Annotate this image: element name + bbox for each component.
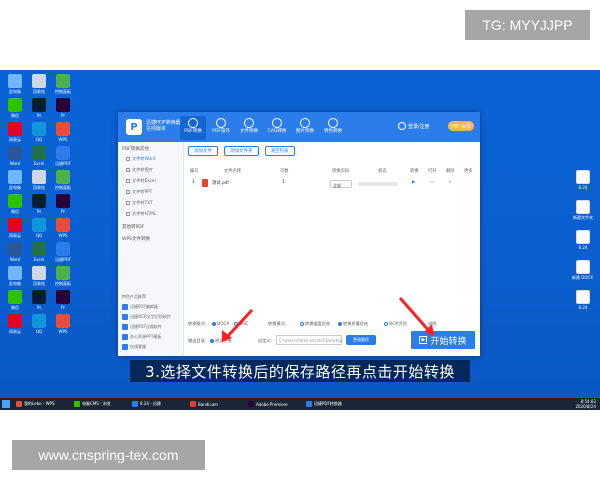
bottom-watermark: www.cnspring-tex.com [12, 440, 205, 470]
top-watermark: TG: MYYJJPP [465, 10, 590, 40]
app-icon [132, 401, 138, 407]
app-icon [190, 401, 196, 407]
video-subtitle: 3.选择文件转换后的保存路径再点击开始转换 [130, 360, 470, 382]
desktop: 此电脑 回收站 控制面板 微信 Ps Pr 网易云 QQ WPS Word Excel 迅捷PDF 此电… [0, 70, 600, 410]
app-icon [248, 401, 254, 407]
taskbar-item[interactable]: 电脑CMS - 浏览 [74, 399, 111, 409]
annotation-arrows [222, 297, 434, 342]
app-icon [306, 401, 312, 407]
taskbar-item[interactable]: Adobe Premiere [248, 399, 288, 409]
taskbar-item-label: Bandicam [198, 401, 218, 407]
taskbar-item[interactable]: 我的Lebo - WPS [16, 399, 55, 409]
taskbar-item-label: 电脑CMS - 浏览 [82, 401, 111, 406]
taskbar-item-label: Adobe Premiere [256, 401, 288, 407]
taskbar: 我的Lebo - WPS 电脑CMS - 浏览 8.24 - 迅捷 Bandicam A… [0, 398, 600, 410]
taskbar-item[interactable]: 迅捷PDF转换器 [306, 399, 342, 409]
system-clock[interactable]: 8:54:02 2020/8/24 [560, 399, 596, 409]
red-arrow-right [398, 297, 434, 336]
taskbar-item-label: 迅捷PDF转换器 [314, 401, 342, 406]
app-icon [74, 401, 80, 407]
screenshot-frame: TG: MYYJJPP 此电脑 回收站 控制面板 微信 Ps Pr 网易云 QQ WPS Word… [0, 0, 600, 480]
taskbar-item-label: 我的Lebo - WPS [24, 401, 55, 406]
app-icon [16, 401, 22, 407]
red-arrow-left [222, 308, 254, 342]
taskbar-item[interactable]: 8.24 - 迅捷 [132, 399, 161, 409]
taskbar-item-label: 8.24 - 迅捷 [140, 401, 161, 406]
taskbar-item[interactable]: Bandicam [190, 399, 218, 409]
windows-start-icon[interactable] [2, 400, 10, 408]
